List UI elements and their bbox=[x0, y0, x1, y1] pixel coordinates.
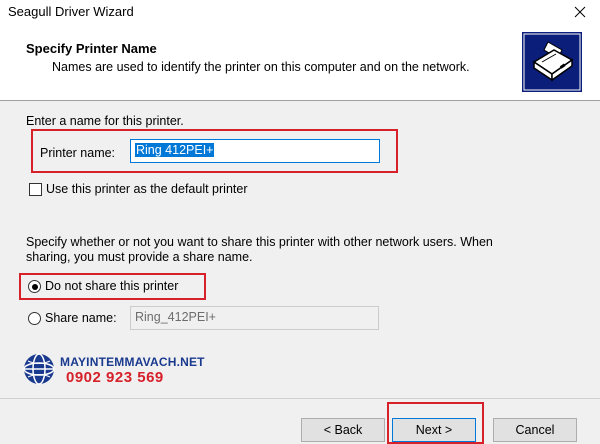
default-printer-label: Use this printer as the default printer bbox=[46, 182, 248, 196]
name-intro: Enter a name for this printer. bbox=[26, 114, 184, 128]
globe-icon bbox=[23, 353, 55, 385]
watermark-brand: MAYINTEMMAVACH.NET bbox=[60, 355, 205, 369]
close-button[interactable] bbox=[560, 0, 600, 24]
default-printer-checkbox[interactable] bbox=[29, 183, 42, 196]
footer-divider bbox=[0, 398, 600, 399]
page-subtitle: Names are used to identify the printer o… bbox=[52, 60, 470, 74]
wizard-window: Seagull Driver Wizard Specify Printer Na… bbox=[0, 0, 600, 444]
share-intro-line2: sharing, you must provide a share name. bbox=[26, 250, 253, 264]
watermark-phone: 0902 923 569 bbox=[66, 369, 164, 386]
share-radio[interactable] bbox=[28, 312, 41, 325]
back-button[interactable]: < Back bbox=[301, 418, 385, 442]
share-intro-line1: Specify whether or not you want to share… bbox=[26, 235, 493, 249]
share-name-label: Share name: bbox=[45, 311, 117, 325]
window-title: Seagull Driver Wizard bbox=[8, 4, 134, 19]
printer-name-label: Printer name: bbox=[40, 146, 116, 160]
next-button[interactable]: Next > bbox=[392, 418, 476, 442]
share-name-input[interactable]: Ring_412PEI+ bbox=[130, 306, 379, 330]
page-title: Specify Printer Name bbox=[26, 41, 157, 56]
printer-icon bbox=[522, 32, 582, 92]
share-name-value: Ring_412PEI+ bbox=[135, 310, 216, 324]
printer-name-value: Ring 412PEI+ bbox=[135, 143, 215, 157]
title-bar: Seagull Driver Wizard bbox=[0, 0, 600, 24]
cancel-button[interactable]: Cancel bbox=[493, 418, 577, 442]
no-share-radio[interactable] bbox=[28, 280, 41, 293]
close-icon bbox=[574, 6, 586, 18]
printer-name-input[interactable]: Ring 412PEI+ bbox=[130, 139, 380, 163]
wizard-header: Specify Printer Name Names are used to i… bbox=[0, 24, 600, 101]
no-share-label: Do not share this printer bbox=[45, 279, 179, 293]
